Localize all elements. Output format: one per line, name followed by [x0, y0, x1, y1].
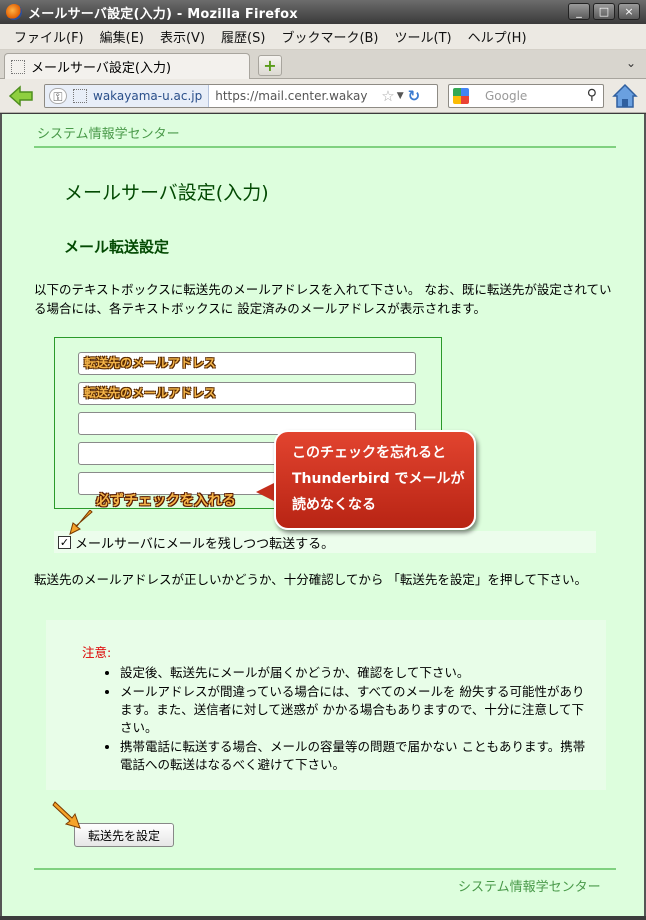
- section-title: メール転送設定: [64, 238, 170, 256]
- forward-address-input-2[interactable]: 転送先のメールアドレス: [78, 382, 416, 405]
- tab-list-chevron-icon[interactable]: ⌄: [626, 56, 636, 70]
- site-identity-label: wakayama-u.ac.jp: [93, 89, 203, 103]
- menu-view[interactable]: 表示(V): [152, 27, 213, 46]
- tab-mail-server-settings[interactable]: メールサーバ設定(入力): [4, 53, 250, 79]
- back-button[interactable]: [8, 84, 34, 108]
- top-divider: [34, 146, 616, 148]
- notice-list: 設定後、転送先にメールが届くかどうか、確認をして下さい。 メールアドレスが間違っ…: [120, 664, 590, 775]
- callout-line-2: Thunderbird でメールが: [292, 471, 465, 487]
- site-favicon-icon: [73, 89, 87, 103]
- must-check-annotation: 必ずチェックを入れる: [96, 493, 236, 509]
- keep-mail-label[interactable]: メールサーバにメールを残しつつ転送する。: [75, 533, 334, 552]
- window-title: メールサーバ設定(入力) - Mozilla Firefox: [28, 6, 298, 22]
- warning-callout: このチェックを忘れると Thunderbird でメールが 読めなくなる: [274, 430, 476, 530]
- reload-icon[interactable]: ↻: [408, 87, 421, 105]
- menu-file[interactable]: ファイル(F): [6, 27, 92, 46]
- keep-mail-checkbox[interactable]: ✓: [58, 535, 71, 549]
- menu-bookmarks[interactable]: ブックマーク(B): [273, 27, 386, 46]
- confirm-instruction: 転送先のメールアドレスが正しいかどうか、十分確認してから 「転送先を設定」を押し…: [34, 572, 587, 587]
- notice-item: メールアドレスが間違っている場合には、すべてのメールを 紛失する可能性があります…: [120, 683, 590, 737]
- forward-address-input-1[interactable]: 転送先のメールアドレス: [78, 352, 416, 375]
- maximize-button[interactable]: □: [593, 3, 615, 20]
- address-value-1: 転送先のメールアドレス: [84, 356, 217, 370]
- menu-help[interactable]: ヘルプ(H): [460, 27, 535, 46]
- page-content: システム情報学センター メールサーバ設定(入力) メール転送設定 以下のテキスト…: [0, 114, 646, 916]
- page-favicon-icon: [11, 59, 25, 74]
- callout-line-1: このチェックを忘れると: [292, 445, 446, 461]
- home-button[interactable]: [612, 83, 638, 109]
- page-title: メールサーバ設定(入力): [64, 182, 269, 204]
- minimize-button[interactable]: _: [568, 3, 590, 20]
- menu-tools[interactable]: ツール(T): [387, 27, 460, 46]
- footer-center-link[interactable]: システム情報学センター: [458, 876, 601, 895]
- window-controls: _ □ ×: [568, 3, 640, 20]
- bottom-divider: [34, 868, 616, 870]
- new-tab-button[interactable]: +: [258, 55, 282, 76]
- keep-mail-option: ✓ メールサーバにメールを残しつつ転送する。: [54, 531, 596, 553]
- notice-item: 携帯電話に転送する場合、メールの容量等の問題で届かない こともあります。携帯電話…: [120, 738, 590, 774]
- notice-label: 注意:: [82, 645, 112, 660]
- annotation-arrow-icon: [69, 510, 93, 535]
- notice-item: 設定後、転送先にメールが届くかどうか、確認をして下さい。: [120, 664, 590, 682]
- intro-text: 以下のテキストボックスに転送先のメールアドレスを入れて下さい。 なお、既に転送先…: [34, 282, 612, 316]
- search-bar[interactable]: Google ⚲: [448, 84, 604, 108]
- window-titlebar: メールサーバ設定(入力) - Mozilla Firefox _ □ ×: [0, 0, 646, 24]
- menu-bar: ファイル(F) 編集(E) 表示(V) 履歴(S) ブックマーク(B) ツール(…: [0, 24, 646, 50]
- tab-bar: メールサーバ設定(入力) + ⌄: [0, 50, 646, 79]
- menu-edit[interactable]: 編集(E): [92, 27, 152, 46]
- annotation-arrow-icon: [52, 801, 81, 829]
- key-icon: ⚿: [49, 88, 67, 104]
- navigation-toolbar: ⚿ wakayama-u.ac.jp https://mail.center.w…: [0, 79, 646, 113]
- notice-box: 注意: 設定後、転送先にメールが届くかどうか、確認をして下さい。 メールアドレス…: [46, 620, 606, 790]
- site-identity-button[interactable]: ⚿ wakayama-u.ac.jp: [45, 85, 210, 107]
- close-button[interactable]: ×: [618, 3, 640, 20]
- bookmark-star-icon[interactable]: ☆: [381, 87, 394, 105]
- firefox-icon: [6, 4, 22, 20]
- url-bar[interactable]: ⚿ wakayama-u.ac.jp https://mail.center.w…: [44, 84, 438, 108]
- home-icon: [612, 83, 638, 108]
- search-icon[interactable]: ⚲: [587, 87, 597, 103]
- callout-tail: [256, 482, 276, 502]
- google-engine-icon[interactable]: [453, 88, 469, 104]
- callout-line-3: 読めなくなる: [292, 497, 376, 513]
- menu-history[interactable]: 履歴(S): [213, 27, 273, 46]
- url-text[interactable]: https://mail.center.wakay: [209, 89, 379, 103]
- search-placeholder: Google: [485, 89, 528, 103]
- header-center-link[interactable]: システム情報学センター: [37, 123, 180, 142]
- tab-label: メールサーバ設定(入力): [31, 61, 172, 76]
- set-forward-button[interactable]: 転送先を設定: [74, 823, 174, 847]
- back-arrow-icon: [8, 85, 33, 107]
- url-dropdown-icon[interactable]: ▼: [397, 91, 404, 101]
- address-value-2: 転送先のメールアドレス: [84, 386, 217, 400]
